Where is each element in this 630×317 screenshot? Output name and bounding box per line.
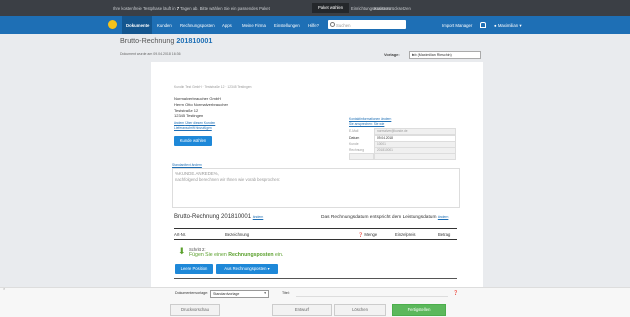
step-text-highlight: Rechnungsposten	[228, 252, 274, 258]
empty-position-button[interactable]: Leere Position	[175, 264, 213, 274]
service-date-info: Das Rechnungsdatum entspricht dem Leistu…	[321, 215, 448, 220]
reset-account-link[interactable]: Konto zurücksetzen	[374, 6, 411, 11]
saved-info: Dokument wurde am 09.04.2018 16:36	[120, 52, 181, 56]
page-title: Brutto-Rechnung 201810001	[120, 36, 212, 45]
trial-message-pre: Ihre kostenfreie Testphase läuft in	[113, 6, 176, 11]
divider	[174, 228, 457, 229]
help-icon[interactable]: ❓	[453, 290, 458, 296]
page-title-text: Brutto-Rechnung	[120, 36, 175, 45]
column-header-unit-price: Einzelpreis	[395, 232, 416, 237]
nav-item-apps[interactable]: Apps	[222, 23, 232, 28]
trial-bar: Ihre kostenfreie Testphase läuft in 7 Ta…	[0, 0, 630, 16]
edit-contact-link[interactable]: Kontaktinformationen ändern	[349, 117, 391, 121]
empty-field[interactable]	[349, 153, 374, 160]
user-menu[interactable]: ● Maximilian ▾	[494, 23, 521, 29]
info-label-email: E-Mail	[349, 129, 359, 133]
chevron-down-icon: ▾	[264, 291, 266, 296]
user-name: Maximilian	[497, 23, 519, 28]
from-invoice-items-button[interactable]: Aus Rechnungsposten ▾	[216, 264, 278, 274]
intro-text-area[interactable]: %KUNDE.ANREDE%, nachfolgend berechnen wi…	[172, 168, 460, 208]
document-template-value: Standardvorlage	[213, 291, 240, 296]
bell-icon[interactable]	[480, 22, 486, 28]
add-delivery-address-link[interactable]: Lieferanschrift hinzufügen	[174, 126, 212, 130]
trial-message-post: Tagen ab. Bitte wählen Sie ein passendes…	[180, 6, 270, 11]
nav-item-company[interactable]: Meine Firma	[242, 23, 266, 28]
step-text: Fügen Sie einen Rechnungsposten ein.	[189, 252, 283, 258]
close-icon[interactable]: ×	[3, 286, 5, 291]
nav-item-settings[interactable]: Einstellungen	[274, 23, 300, 28]
edit-heading-link[interactable]: ändern	[253, 215, 264, 219]
nav-item-documents[interactable]: Dokumente	[126, 23, 149, 28]
service-date-text: Das Rechnungsdatum entspricht dem Leistu…	[321, 215, 437, 220]
edit-standard-text-link[interactable]: Standardtext ändern	[172, 163, 202, 167]
search-placeholder: Suchen	[336, 22, 351, 28]
empty-field[interactable]	[374, 153, 456, 160]
help-icon: ❓	[358, 232, 364, 237]
trial-message: Ihre kostenfreie Testphase läuft in 7 Ta…	[113, 6, 270, 11]
intro-text: nachfolgend berechnen wir Ihnen wie vora…	[175, 177, 281, 182]
step-text-post: ein.	[274, 252, 284, 258]
step-text-pre: Fügen Sie einen	[189, 252, 227, 258]
recipient-line: Herrn Otto Normalverbraucher	[174, 101, 229, 107]
email-field[interactable]: normalver@kunde.de	[374, 128, 456, 135]
salutation-text: %KUNDE.ANREDE%,	[175, 171, 219, 176]
user-icon: ●	[494, 23, 497, 28]
column-header-quantity-text: Menge	[364, 232, 378, 237]
invoice-document: Kundin Test GmbH · Teststraße 12 · 12345…	[151, 62, 483, 288]
choose-package-button[interactable]: Paket wählen	[312, 3, 350, 13]
info-label-date: Datum	[349, 136, 360, 140]
draft-button[interactable]: Entwurf	[272, 304, 332, 316]
column-header-quantity[interactable]: ❓ Menge	[358, 232, 377, 238]
chevron-down-icon: ▾	[519, 23, 522, 28]
bottom-action-bar: × Dokumentenvorlage: Standardvorlage ▾ T…	[0, 286, 630, 317]
title-label: Titel:	[282, 291, 290, 295]
invoice-heading[interactable]: Brutto-Rechnung 201810001 ändern	[174, 214, 263, 220]
template-select[interactable]: lcb (Maximilian Rieschin) ▾	[409, 51, 481, 59]
document-template-select[interactable]: Standardvorlage ▾	[210, 290, 269, 298]
page-title-number: 201810001	[176, 36, 213, 45]
trial-days: 7	[176, 6, 180, 11]
email-value: normalver@kunde.de	[377, 129, 408, 134]
import-manager-link[interactable]: Import Manager	[442, 23, 472, 28]
choose-customer-button[interactable]: Kunde wählen	[174, 136, 212, 146]
info-label-invoice: Rechnung	[349, 148, 365, 152]
invoice-number-value: 201810001	[377, 148, 393, 153]
recipient-line: Normalverbraucher GmbH	[174, 96, 221, 101]
from-invoice-items-text: Aus Rechnungsposten	[224, 266, 267, 271]
nav-item-customers[interactable]: Kunden	[157, 23, 172, 28]
finish-button[interactable]: Fertigstellen	[392, 304, 446, 316]
template-label: Vorlage:	[384, 52, 400, 57]
arrow-down-icon: ⬇	[178, 246, 186, 256]
delete-button[interactable]: Löschen	[334, 304, 386, 316]
edit-address-text: ändern	[174, 121, 185, 125]
about-customer-text: Über diesen Kunden	[185, 121, 216, 125]
column-header-description: Bezeichnung	[225, 232, 250, 237]
nav-item-help[interactable]: Hilfe?	[308, 23, 319, 28]
document-template-label: Dokumentenvorlage:	[175, 291, 209, 295]
column-header-article: Art-Nr.	[174, 232, 187, 237]
customer-number-value: 10001	[377, 142, 386, 147]
chevron-down-icon: ▾	[267, 266, 270, 271]
date-value: 09.04.2018	[377, 136, 393, 141]
divider	[174, 239, 457, 240]
invoice-heading-text: Brutto-Rechnung 201810001	[174, 214, 252, 220]
column-header-amount: Betrag	[438, 232, 451, 237]
print-preview-button[interactable]: Druckvorschau	[170, 304, 220, 316]
salutation-link[interactable]: Sie ansprechen: Sie wie	[349, 122, 384, 126]
recipient-line: 12345 Testingen	[174, 113, 204, 119]
search-input[interactable]: Suchen	[328, 20, 406, 29]
edit-address-link[interactable]: ändern Über diesen Kunden	[174, 121, 215, 125]
recipient-address[interactable]: Normalverbraucher GmbH Herrn Otto Normal…	[174, 96, 228, 119]
edit-service-date-link[interactable]: ändern	[438, 215, 449, 219]
main-nav: Dokumente Kunden Rechnungsposten Apps Me…	[0, 16, 630, 34]
search-icon	[330, 21, 335, 27]
nav-item-invoice-items[interactable]: Rechnungsposten	[180, 23, 215, 28]
sender-line: Kundin Test GmbH · Teststraße 12 · 12345…	[174, 85, 252, 89]
title-input[interactable]	[296, 290, 448, 297]
divider	[174, 278, 457, 279]
chevron-down-icon: ▾	[412, 52, 414, 57]
info-label-customer: Kunde	[349, 142, 359, 146]
logo-icon[interactable]	[108, 20, 117, 29]
